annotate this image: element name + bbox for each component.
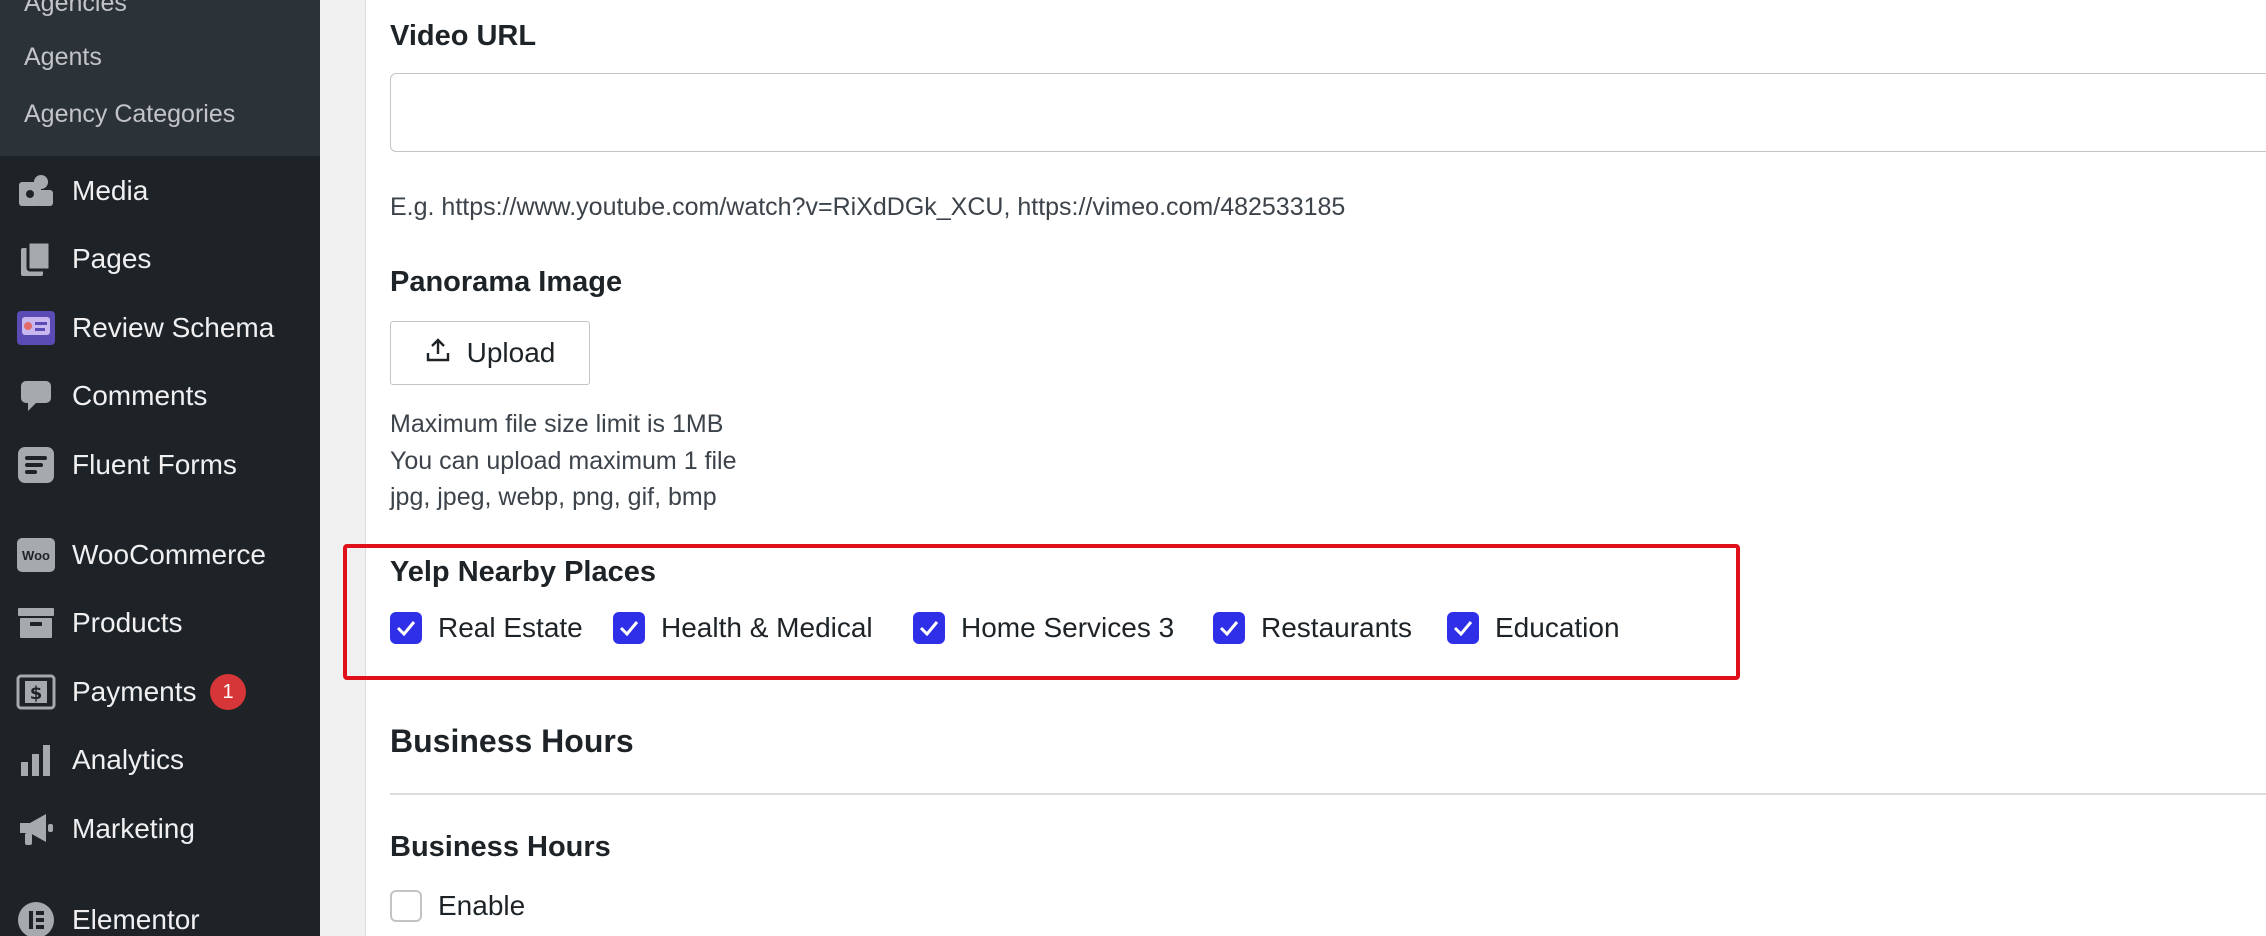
sidebar-item-label: Review Schema: [72, 312, 275, 343]
woocommerce-icon: Woo: [16, 535, 56, 575]
sidebar-item-label: Marketing: [72, 813, 195, 844]
upload-button-label: Upload: [466, 337, 556, 368]
admin-sidebar: Agencies Agents Agency Categories Media …: [0, 0, 320, 936]
business-hours-section-title: Business Hours: [390, 723, 634, 759]
sidebar-item-label: Analytics: [72, 744, 185, 775]
video-url-help: E.g. https://www.youtube.com/watch?v=RiX…: [390, 193, 1346, 221]
fluent-forms-icon: [16, 445, 56, 485]
sidebar-item-label: Comments: [72, 380, 208, 411]
panorama-help-size: Maximum file size limit is 1MB: [390, 410, 724, 438]
checkbox-home-services[interactable]: Home Services 3: [913, 612, 1174, 644]
notification-badge: 1: [210, 674, 246, 710]
checkbox-checked-icon: [390, 612, 422, 644]
checkbox-health-medical[interactable]: Health & Medical: [613, 612, 873, 644]
yelp-nearby-places-label: Yelp Nearby Places: [390, 556, 656, 588]
sidebar-item-marketing[interactable]: Marketing: [0, 801, 320, 857]
checkbox-education[interactable]: Education: [1447, 612, 1620, 644]
woocommerce-icon-text: Woo: [17, 538, 55, 572]
sidebar-item-fluent-forms[interactable]: Fluent Forms: [0, 437, 320, 493]
sidebar-item-label: Media: [72, 175, 149, 206]
media-icon: [16, 171, 56, 211]
sidebar-item-review-schema[interactable]: Review Schema: [0, 300, 320, 356]
submenu: Agencies Agents Agency Categories: [0, 0, 320, 156]
review-schema-icon: [16, 308, 56, 348]
pages-icon: [16, 239, 56, 279]
submenu-item-agents[interactable]: Agents: [24, 42, 102, 72]
sidebar-item-analytics[interactable]: Analytics: [0, 732, 320, 788]
analytics-icon: [16, 740, 56, 780]
sidebar-item-products[interactable]: Products: [0, 595, 320, 651]
sidebar-item-label: Pages: [72, 243, 152, 274]
sidebar-item-label: Elementor: [72, 904, 200, 935]
upload-button[interactable]: Upload: [390, 321, 590, 385]
panorama-help-count: You can upload maximum 1 file: [390, 447, 737, 475]
sidebar-item-pages[interactable]: Pages: [0, 231, 320, 287]
sidebar-item-label: Fluent Forms: [72, 449, 237, 480]
panorama-image-label: Panorama Image: [390, 266, 623, 298]
checkbox-label: Real Estate: [438, 612, 583, 643]
checkbox-unchecked-icon: [390, 890, 422, 922]
section-divider: [390, 793, 2266, 795]
checkbox-label: Education: [1495, 612, 1620, 643]
sidebar-item-media[interactable]: Media: [0, 163, 320, 219]
checkbox-label: Health & Medical: [661, 612, 873, 643]
sidebar-item-woocommerce[interactable]: Woo WooCommerce: [0, 527, 320, 583]
sidebar-item-elementor[interactable]: Elementor: [0, 892, 320, 936]
upload-icon: [425, 337, 451, 370]
submenu-item-agency-categories[interactable]: Agency Categories: [24, 99, 235, 129]
checkbox-label: Enable: [438, 890, 526, 921]
panorama-help-types: jpg, jpeg, webp, png, gif, bmp: [390, 483, 717, 511]
video-url-input[interactable]: [390, 73, 2266, 152]
sidebar-item-label: WooCommerce: [72, 539, 266, 570]
comments-icon: [16, 376, 56, 416]
payments-icon: $: [16, 672, 56, 712]
svg-text:$: $: [30, 683, 43, 704]
checkbox-real-estate[interactable]: Real Estate: [390, 612, 583, 644]
checkbox-checked-icon: [1213, 612, 1245, 644]
checkbox-checked-icon: [613, 612, 645, 644]
business-hours-label: Business Hours: [390, 831, 611, 863]
checkbox-label: Home Services 3: [961, 612, 1175, 643]
checkbox-restaurants[interactable]: Restaurants: [1213, 612, 1412, 644]
video-url-label: Video URL: [390, 20, 537, 52]
products-icon: [16, 603, 56, 643]
sidebar-item-comments[interactable]: Comments: [0, 368, 320, 424]
elementor-icon: [16, 900, 56, 936]
submenu-item-agencies[interactable]: Agencies: [24, 0, 127, 18]
sidebar-item-label: Products: [72, 607, 183, 638]
sidebar-item-payments[interactable]: $ Payments 1: [0, 664, 320, 720]
sidebar-item-label: Payments: [72, 676, 197, 707]
marketing-icon: [16, 809, 56, 849]
checkbox-enable-business-hours[interactable]: Enable: [390, 890, 525, 922]
checkbox-label: Restaurants: [1261, 612, 1412, 643]
checkbox-checked-icon: [913, 612, 945, 644]
checkbox-checked-icon: [1447, 612, 1479, 644]
